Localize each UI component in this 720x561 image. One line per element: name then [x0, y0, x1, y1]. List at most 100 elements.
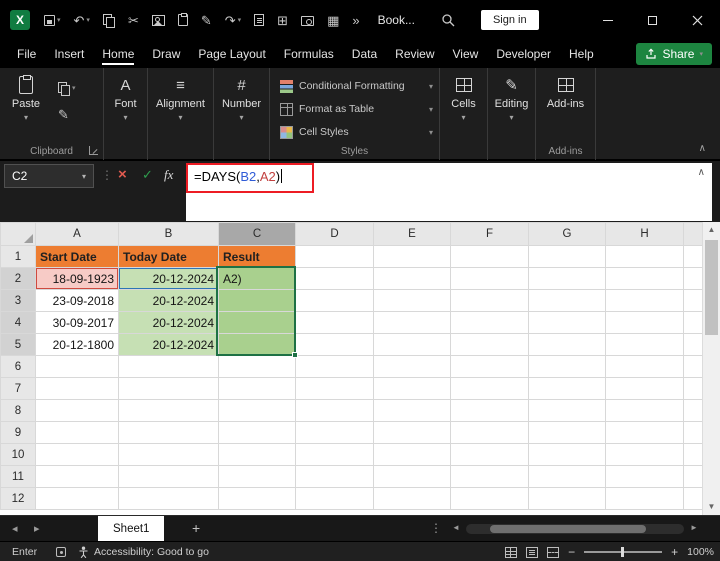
normal-view-button[interactable] — [505, 546, 518, 558]
cell-D7[interactable] — [295, 377, 374, 400]
horizontal-scrollbar[interactable] — [466, 524, 684, 534]
cell-D9[interactable] — [295, 421, 374, 444]
cut-button[interactable]: ✂ — [128, 14, 139, 27]
column-header-B[interactable]: B — [118, 222, 219, 246]
undo-button[interactable]: ↶ ▾ — [74, 14, 90, 27]
paste-button[interactable]: Paste ▾ — [4, 75, 48, 122]
cell-F5[interactable] — [450, 333, 529, 356]
cell-C6[interactable] — [218, 355, 296, 378]
tab-page-layout[interactable]: Page Layout — [189, 40, 274, 68]
row-header-1[interactable]: 1 — [0, 245, 36, 268]
cell-A10[interactable] — [35, 443, 119, 466]
share-button[interactable]: Share ▾ — [636, 43, 712, 65]
cell-E7[interactable] — [373, 377, 451, 400]
zoom-level[interactable]: 100% — [687, 546, 714, 558]
row-header-5[interactable]: 5 — [0, 333, 36, 356]
tab-data[interactable]: Data — [343, 40, 386, 68]
cell-G6[interactable] — [528, 355, 606, 378]
clipboard-dialog-launcher-icon[interactable] — [89, 146, 98, 155]
row-header-11[interactable]: 11 — [0, 465, 36, 488]
row-header-3[interactable]: 3 — [0, 289, 36, 312]
tab-draw[interactable]: Draw — [143, 40, 189, 68]
fill-handle[interactable] — [292, 352, 298, 358]
cell-G5[interactable] — [528, 333, 606, 356]
cells-button[interactable]: Cells ▾ — [440, 75, 487, 122]
cell-A9[interactable] — [35, 421, 119, 444]
cell-E8[interactable] — [373, 399, 451, 422]
sheet-nav-left-button[interactable]: ◂ — [12, 522, 18, 535]
row-header-9[interactable]: 9 — [0, 421, 36, 444]
cell-A12[interactable] — [35, 487, 119, 510]
cell-E10[interactable] — [373, 443, 451, 466]
cell-H8[interactable] — [605, 399, 684, 422]
tab-formulas[interactable]: Formulas — [275, 40, 343, 68]
cell-E12[interactable] — [373, 487, 451, 510]
cell-A6[interactable] — [35, 355, 119, 378]
zoom-slider[interactable] — [584, 547, 663, 557]
cell-B11[interactable] — [118, 465, 219, 488]
accessibility-status[interactable]: Accessibility: Good to go — [78, 546, 209, 558]
cell-C5[interactable] — [218, 333, 296, 356]
column-header-F[interactable]: F — [450, 222, 529, 246]
vertical-scrollbar[interactable]: ▲ ▼ — [702, 222, 720, 515]
cell-A7[interactable] — [35, 377, 119, 400]
cell-C9[interactable] — [218, 421, 296, 444]
tab-developer[interactable]: Developer — [487, 40, 560, 68]
cell-B1[interactable]: Today Date — [118, 245, 219, 268]
cell-styles-button[interactable]: Cell Styles ▾ — [280, 122, 433, 142]
vertical-scroll-thumb[interactable] — [705, 240, 718, 335]
name-box[interactable]: C2 ▾ — [4, 164, 94, 188]
camera-button[interactable] — [301, 14, 315, 26]
cell-C10[interactable] — [218, 443, 296, 466]
select-all-button[interactable] — [0, 222, 36, 246]
cell-C8[interactable] — [218, 399, 296, 422]
cell-H6[interactable] — [605, 355, 684, 378]
cell-G7[interactable] — [528, 377, 606, 400]
insert-function-button[interactable]: fx — [164, 167, 173, 183]
cell-E6[interactable] — [373, 355, 451, 378]
cell-H10[interactable] — [605, 443, 684, 466]
formula-input[interactable]: =DAYS(B2,A2) ∧ — [186, 163, 712, 221]
row-header-2[interactable]: 2 — [0, 267, 36, 290]
picture-button[interactable] — [151, 14, 165, 26]
cell-C12[interactable] — [218, 487, 296, 510]
cell-H5[interactable] — [605, 333, 684, 356]
column-header-H[interactable]: H — [605, 222, 684, 246]
cell-B2[interactable]: 20-12-2024 — [118, 267, 219, 290]
maximize-button[interactable] — [630, 0, 675, 40]
cell-A1[interactable]: Start Date — [35, 245, 119, 268]
horizontal-scroll-thumb[interactable] — [490, 525, 646, 533]
column-header-G[interactable]: G — [528, 222, 606, 246]
tab-review[interactable]: Review — [386, 40, 443, 68]
conditional-formatting-button[interactable]: Conditional Formatting ▾ — [280, 76, 433, 96]
hscroll-left-button[interactable]: ◄ — [452, 523, 460, 532]
tab-help[interactable]: Help — [560, 40, 603, 68]
cell-B4[interactable]: 20-12-2024 — [118, 311, 219, 334]
cell-D6[interactable] — [295, 355, 374, 378]
cell-D2[interactable] — [295, 267, 374, 290]
cell-D10[interactable] — [295, 443, 374, 466]
cell-B12[interactable] — [118, 487, 219, 510]
cell-F6[interactable] — [450, 355, 529, 378]
row-header-10[interactable]: 10 — [0, 443, 36, 466]
enter-button[interactable]: ✓ — [142, 167, 153, 183]
draw-button[interactable]: ✎ — [201, 14, 212, 27]
cell-G11[interactable] — [528, 465, 606, 488]
hscroll-right-button[interactable]: ► — [690, 523, 698, 532]
macro-record-button[interactable] — [56, 547, 66, 557]
collapse-ribbon-button[interactable]: ∧ — [699, 143, 706, 154]
redo-button[interactable]: ↷ ▾ — [225, 14, 241, 27]
paste-quick-button[interactable] — [177, 13, 188, 26]
row-header-4[interactable]: 4 — [0, 311, 36, 334]
row-header-6[interactable]: 6 — [0, 355, 36, 378]
cell-H12[interactable] — [605, 487, 684, 510]
cell-E5[interactable] — [373, 333, 451, 356]
cell-F7[interactable] — [450, 377, 529, 400]
cell-F2[interactable] — [450, 267, 529, 290]
minimize-button[interactable] — [585, 0, 630, 40]
cell-B5[interactable]: 20-12-2024 — [118, 333, 219, 356]
cell-D4[interactable] — [295, 311, 374, 334]
scroll-up-button[interactable]: ▲ — [703, 222, 720, 238]
cell-H7[interactable] — [605, 377, 684, 400]
cell-F9[interactable] — [450, 421, 529, 444]
